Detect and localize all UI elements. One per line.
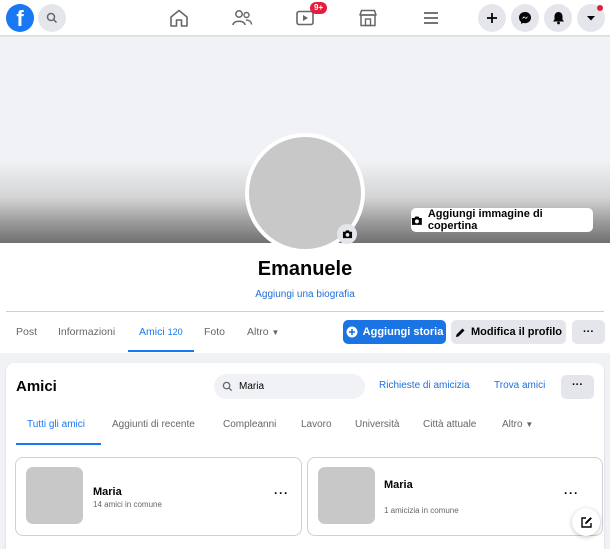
edit-profile-label: Modifica il profilo (470, 326, 563, 338)
facebook-logo-icon[interactable]: f (6, 4, 34, 32)
update-avatar-button[interactable] (337, 224, 357, 244)
subtab-altro[interactable]: Altro ▼ (502, 419, 533, 430)
marketplace-icon (359, 9, 377, 27)
more-dots-icon: ··· (572, 379, 583, 391)
camera-icon (411, 216, 422, 225)
chevron-down-icon: ▼ (525, 420, 534, 429)
active-tab-indicator (128, 350, 194, 352)
edit-profile-button[interactable]: Modifica il profilo (451, 320, 566, 344)
home-icon (170, 9, 188, 27)
friends-more-button[interactable]: ··· (561, 375, 594, 399)
friends-search-input[interactable] (239, 381, 354, 392)
search-button[interactable] (38, 4, 66, 32)
pencil-icon (455, 328, 465, 337)
watch-notification-badge: 9+ (310, 2, 328, 14)
friend-mutual-count: 1 amicizia in comune (384, 506, 459, 515)
friends-search[interactable] (214, 374, 365, 399)
tab-foto[interactable]: Foto (204, 326, 225, 338)
friend-name[interactable]: Maria (93, 486, 122, 498)
active-subtab-indicator (16, 443, 101, 445)
subtab-tutti-gli-amici[interactable]: Tutti gli amici (27, 419, 85, 430)
plus-circle-icon (346, 326, 358, 338)
search-icon (46, 12, 58, 24)
friend-photo[interactable] (26, 467, 83, 524)
friend-options-button[interactable]: ··· (564, 486, 579, 500)
chevron-down-icon: ▼ (271, 328, 280, 337)
new-message-button[interactable] (572, 508, 600, 536)
friend-photo[interactable] (318, 467, 375, 524)
menu-icon (424, 12, 438, 24)
friend-mutual-count: 14 amici in comune (93, 500, 162, 509)
subtab-aggiunti-di-recente[interactable]: Aggiunti di recente (112, 419, 195, 430)
messenger-button[interactable] (511, 4, 539, 32)
friends-title: Amici (16, 378, 57, 395)
marketplace-nav-button[interactable] (356, 6, 380, 30)
notifications-button[interactable] (544, 4, 572, 32)
profile-divider (6, 311, 604, 312)
search-icon (222, 381, 233, 392)
camera-icon (342, 230, 352, 239)
tab-amici-count: 120 (167, 327, 183, 337)
tab-post[interactable]: Post (16, 326, 37, 338)
tab-informazioni[interactable]: Informazioni (58, 326, 115, 338)
tab-altro[interactable]: Altro ▼ (247, 326, 279, 338)
add-cover-photo-label: Aggiungi immagine di copertina (427, 208, 543, 232)
friends-nav-button[interactable] (230, 6, 254, 30)
add-bio-link[interactable]: Aggiungi una biografia (0, 289, 610, 300)
home-nav-button[interactable] (167, 6, 191, 30)
account-caret-icon (587, 16, 595, 21)
friend-options-button[interactable]: ··· (274, 486, 289, 500)
plus-icon (487, 13, 497, 23)
find-friends-link[interactable]: Trova amici (494, 380, 545, 391)
profile-more-button[interactable]: ··· (572, 320, 605, 344)
tab-amici[interactable]: Amici 120 (139, 326, 183, 338)
subtab-lavoro[interactable]: Lavoro (301, 419, 332, 430)
subtab-universita[interactable]: Università (355, 419, 399, 430)
friend-name[interactable]: Maria (384, 479, 413, 491)
add-story-button[interactable]: Aggiungi storia (343, 320, 446, 344)
notifications-icon (552, 12, 564, 25)
subtab-citta-attuale[interactable]: Città attuale (423, 419, 476, 430)
more-dots-icon: ··· (583, 326, 594, 338)
menu-nav-button[interactable] (419, 6, 443, 30)
profile-name: Emanuele (257, 258, 353, 280)
compose-icon (580, 516, 592, 528)
friend-card[interactable]: Maria 1 amicizia in comune ··· (307, 457, 603, 536)
messenger-icon (519, 12, 531, 24)
friend-card[interactable]: Maria 14 amici in comune ··· (15, 457, 302, 536)
top-navigation-bar: f 9+ (0, 0, 610, 36)
subtab-compleanni[interactable]: Compleanni (223, 419, 276, 430)
friends-icon (232, 10, 253, 26)
friend-requests-link[interactable]: Richieste di amicizia (379, 380, 470, 391)
add-story-label: Aggiungi storia (362, 326, 444, 338)
create-button[interactable] (478, 4, 506, 32)
tab-altro-label: Altro (247, 326, 269, 338)
add-cover-photo-button[interactable]: Aggiungi immagine di copertina (411, 208, 593, 232)
tab-amici-label: Amici (139, 326, 165, 338)
account-alert-dot (597, 5, 603, 11)
subtab-altro-label: Altro (502, 419, 523, 430)
